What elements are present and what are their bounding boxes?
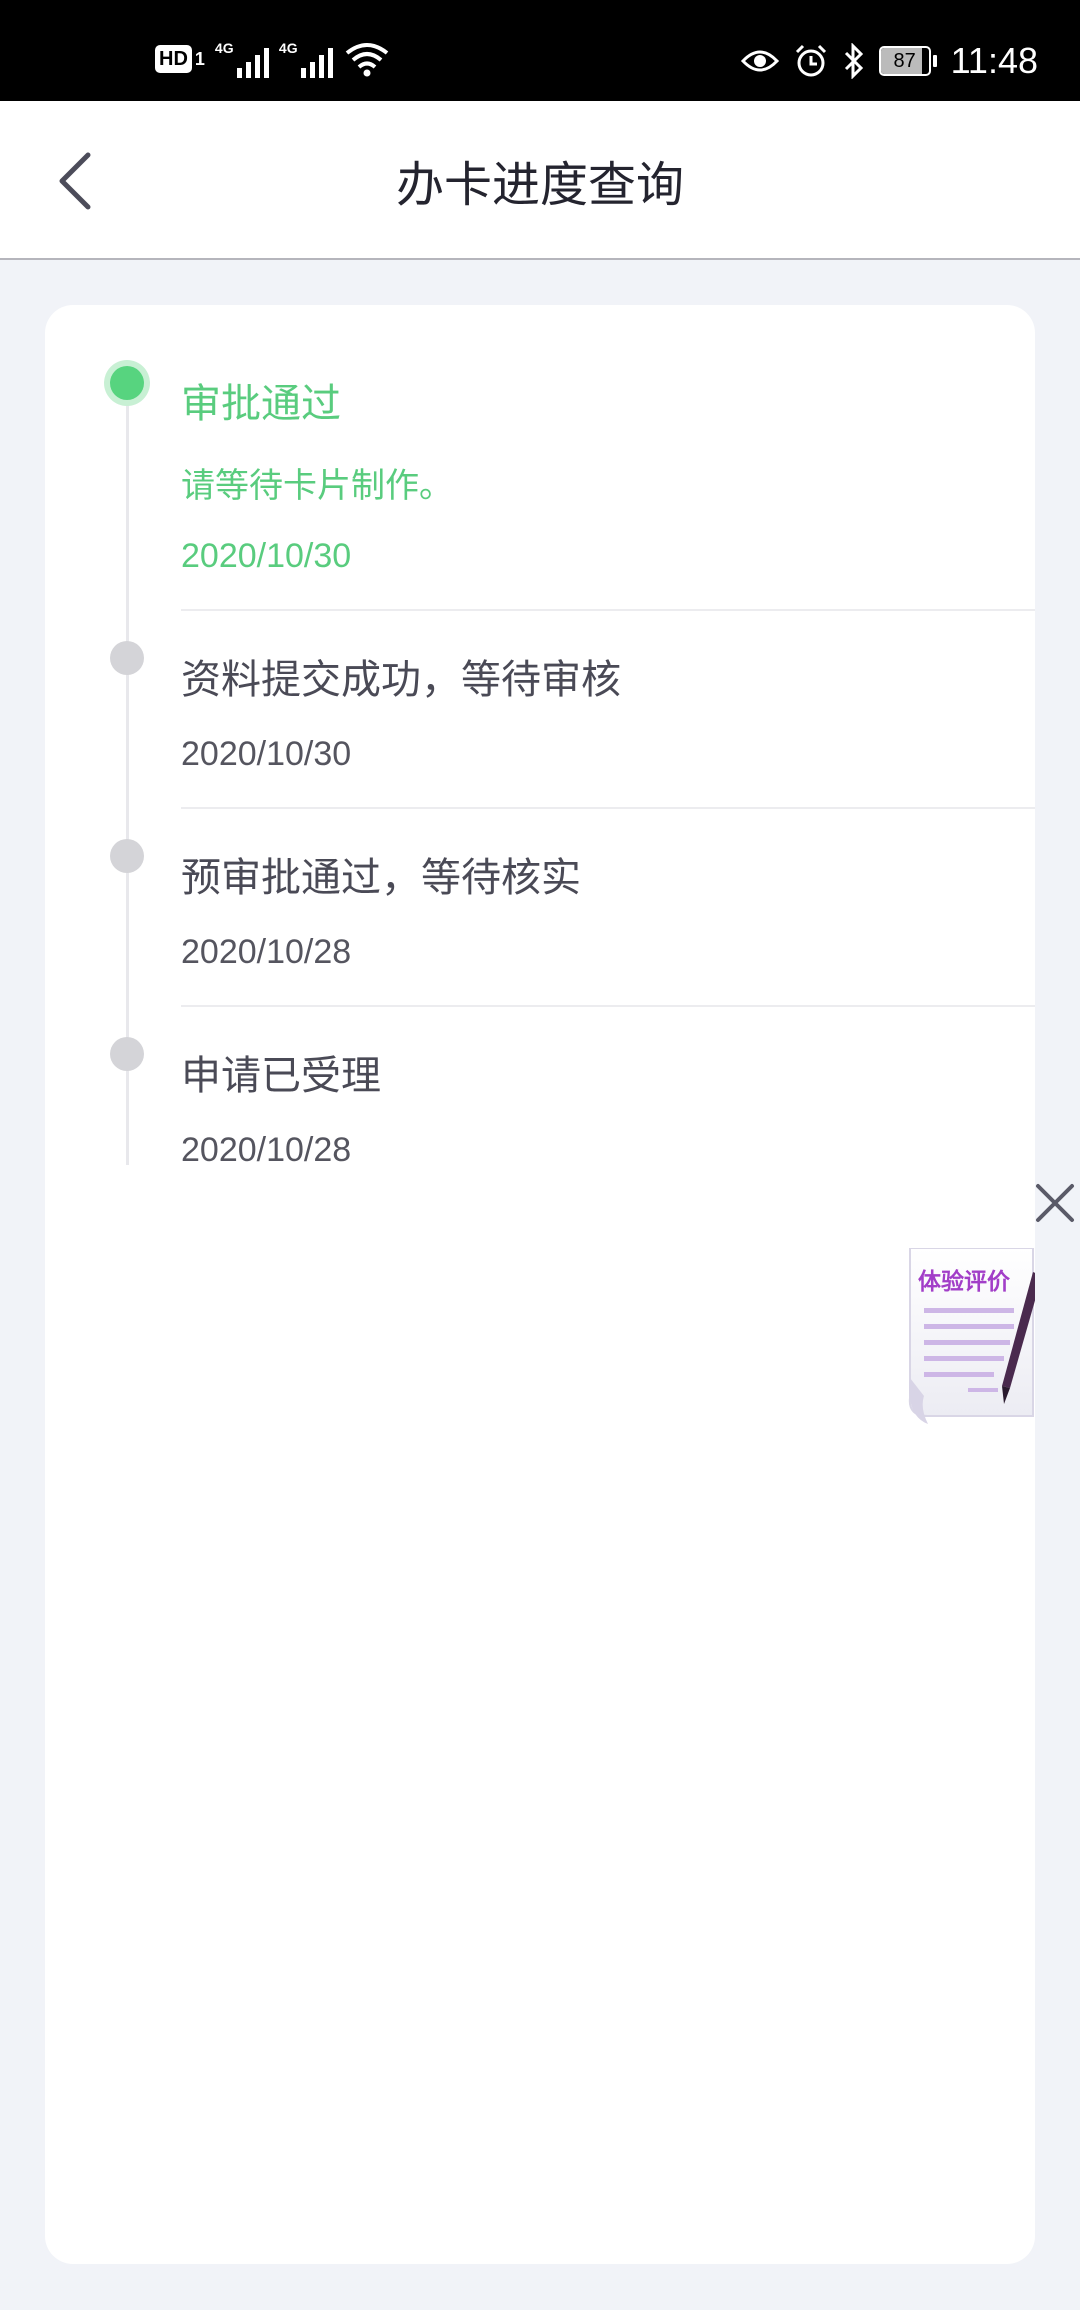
timeline-title: 预审批通过，等待核实 (181, 855, 581, 901)
timeline-dot (110, 1037, 144, 1071)
nav-bar: 办卡进度查询 (0, 101, 1080, 260)
close-icon (1036, 1184, 1074, 1222)
divider (181, 609, 1035, 611)
timeline-dot (110, 641, 144, 675)
timeline-date: 2020/10/28 (181, 933, 352, 971)
timeline-title: 申请已受理 (181, 1053, 381, 1099)
bluetooth-icon (844, 43, 863, 79)
status-right: 87 11:48 (740, 38, 1038, 84)
feedback-label: 体验评价 (918, 1269, 1010, 1295)
timeline-title: 资料提交成功，等待审核 (181, 657, 621, 703)
timeline-dot (110, 839, 144, 873)
clock: 11:48 (950, 40, 1038, 81)
status-bar: HD 1 4G 4G 87 11:48 (0, 0, 1080, 101)
status-left: HD 1 4G 4G (155, 38, 389, 80)
close-button[interactable] (1030, 1178, 1080, 1228)
alarm-icon (795, 44, 826, 77)
progress-card: 审批通过 请等待卡片制作。 2020/10/30 资料提交成功，等待审核 202… (45, 305, 1035, 2264)
battery-icon: 87 (878, 46, 937, 76)
eye-icon (740, 50, 779, 72)
network-label: 4G (214, 40, 234, 56)
timeline-title: 审批通过 (181, 381, 341, 427)
page-title: 办卡进度查询 (395, 156, 684, 213)
timeline-dot-active (110, 366, 144, 400)
feedback-button[interactable]: 体验评价 (900, 1247, 1042, 1430)
divider (181, 807, 1035, 809)
hd-label: HD (155, 45, 192, 73)
signal-icon: 4G (214, 40, 269, 78)
wifi-icon (345, 43, 389, 77)
timeline-date: 2020/10/30 (181, 537, 352, 575)
timeline-date: 2020/10/28 (181, 1131, 352, 1169)
timeline-date: 2020/10/30 (181, 735, 352, 773)
divider (181, 1005, 1035, 1007)
battery-level: 87 (893, 49, 916, 72)
timeline-desc: 请等待卡片制作。 (181, 466, 453, 506)
signal-icon: 4G (278, 40, 333, 78)
hd-icon: HD 1 (155, 45, 205, 73)
hd-sub: 1 (194, 48, 205, 69)
network-label: 4G (278, 40, 298, 56)
